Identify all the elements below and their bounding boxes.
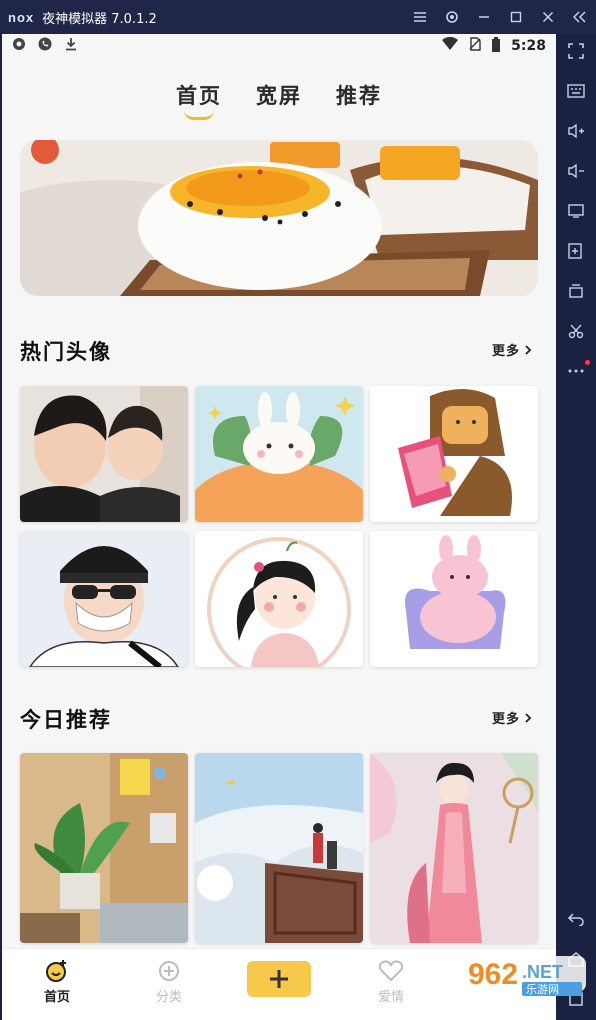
emulator-sidebar bbox=[556, 34, 596, 1020]
nav-home-label: 首页 bbox=[43, 990, 70, 1005]
minimize-icon[interactable] bbox=[468, 0, 500, 34]
tab-recommend[interactable]: 推荐 bbox=[336, 80, 382, 120]
status-left bbox=[12, 37, 78, 55]
today-recommend-more-link[interactable]: 更多 bbox=[492, 708, 532, 727]
avatar-card[interactable] bbox=[370, 386, 538, 522]
window-title: 夜神模拟器 7.0.1.2 bbox=[42, 11, 157, 27]
wallpaper-ancient-lady bbox=[370, 753, 538, 943]
plus-icon bbox=[270, 970, 288, 988]
emulator-titlebar: nox 夜神模拟器 7.0.1.2 bbox=[0, 0, 596, 34]
status-right: 5:28 bbox=[441, 34, 546, 58]
keyboard-icon[interactable] bbox=[556, 76, 596, 106]
avatar-card[interactable] bbox=[370, 531, 538, 667]
avatar-card[interactable] bbox=[20, 386, 188, 522]
close-icon[interactable] bbox=[532, 0, 564, 34]
heart-icon bbox=[378, 960, 404, 982]
tab-home-label: 首页 bbox=[176, 84, 222, 108]
avatar-pink-bunny-chair bbox=[370, 531, 538, 667]
recommend-card[interactable] bbox=[20, 753, 188, 943]
avatar-card[interactable] bbox=[195, 531, 363, 667]
active-tab-indicator bbox=[184, 110, 214, 120]
volume-down-icon[interactable] bbox=[556, 156, 596, 186]
nav-category-label: 分类 bbox=[155, 990, 182, 1005]
maximize-icon[interactable] bbox=[500, 0, 532, 34]
nox-logo: nox bbox=[8, 9, 35, 25]
download-icon bbox=[64, 37, 78, 55]
collapse-sidebar-icon[interactable] bbox=[564, 0, 596, 34]
no-sim-icon bbox=[469, 37, 481, 55]
avatar-boy-sunglasses bbox=[20, 531, 188, 667]
banner-image[interactable] bbox=[20, 140, 538, 296]
tab-recommend-label: 推荐 bbox=[336, 84, 382, 108]
hot-avatars-title: 热门头像 bbox=[20, 340, 112, 364]
screen-icon[interactable] bbox=[556, 196, 596, 226]
battery-icon bbox=[491, 36, 501, 56]
site-watermark: 962 .NET 乐游网 bbox=[456, 938, 590, 1012]
phone-screen: 5:28 首页 宽屏 推荐 热门头像 更多 今日推荐 更多 首页 分类 爱情 bbox=[2, 34, 556, 1020]
nav-love-label: 爱情 bbox=[377, 990, 404, 1005]
hot-avatars-grid bbox=[20, 386, 538, 667]
settings-gear-icon[interactable] bbox=[436, 0, 468, 34]
watermark-logo: 962 .NET 乐游网 bbox=[460, 956, 586, 996]
status-bar: 5:28 bbox=[2, 34, 556, 58]
smiley-home-icon bbox=[46, 960, 66, 982]
phone-call-icon bbox=[38, 37, 52, 55]
menu-icon[interactable] bbox=[404, 0, 436, 34]
nav-home[interactable]: 首页 bbox=[22, 959, 92, 1005]
avatar-card[interactable] bbox=[195, 386, 363, 522]
wallpaper-snowy-bridge bbox=[195, 753, 363, 943]
window-controls bbox=[404, 0, 596, 34]
avatar-card[interactable] bbox=[20, 531, 188, 667]
volume-up-icon[interactable] bbox=[556, 116, 596, 146]
more-options-icon[interactable] bbox=[556, 356, 596, 386]
svg-text:962: 962 bbox=[468, 958, 518, 991]
clock-time: 5:28 bbox=[511, 38, 546, 54]
back-arrow-icon[interactable] bbox=[556, 904, 596, 934]
app-notification-icon bbox=[12, 37, 26, 55]
wifi-icon bbox=[441, 36, 459, 55]
multi-instance-icon[interactable] bbox=[556, 276, 596, 306]
today-recommend-grid bbox=[20, 753, 538, 943]
today-recommend-more-label: 更多 bbox=[491, 712, 520, 727]
wallpaper-plant-desk bbox=[20, 753, 188, 943]
svg-text:乐游网: 乐游网 bbox=[526, 983, 559, 996]
notification-dot bbox=[585, 360, 590, 365]
recommend-card[interactable] bbox=[370, 753, 538, 943]
nav-love[interactable]: 爱情 bbox=[356, 959, 426, 1005]
hot-avatars-more-link[interactable]: 更多 bbox=[492, 340, 532, 359]
avatar-girl-ponytail bbox=[195, 531, 363, 667]
nav-category[interactable]: 分类 bbox=[134, 959, 204, 1005]
top-tabs: 首页 宽屏 推荐 bbox=[2, 80, 556, 120]
avatar-bunny-carrot bbox=[195, 386, 363, 522]
tab-home[interactable]: 首页 bbox=[176, 80, 222, 120]
chevron-right-icon bbox=[525, 712, 532, 723]
tab-widescreen-label: 宽屏 bbox=[256, 84, 302, 108]
fullscreen-icon[interactable] bbox=[556, 36, 596, 66]
scissors-icon[interactable] bbox=[556, 316, 596, 346]
avatar-reading-character bbox=[370, 386, 538, 522]
today-recommend-title: 今日推荐 bbox=[20, 708, 112, 732]
category-icon bbox=[159, 961, 179, 981]
chevron-right-icon bbox=[525, 344, 532, 355]
recommend-card[interactable] bbox=[195, 753, 363, 943]
banner-illustration bbox=[20, 140, 538, 296]
svg-text:.NET: .NET bbox=[522, 962, 563, 982]
apk-install-icon[interactable] bbox=[556, 236, 596, 266]
tab-widescreen[interactable]: 宽屏 bbox=[256, 80, 302, 120]
avatar-two-children bbox=[20, 386, 188, 522]
add-post-button[interactable] bbox=[247, 961, 311, 997]
hot-avatars-more-label: 更多 bbox=[491, 344, 520, 359]
